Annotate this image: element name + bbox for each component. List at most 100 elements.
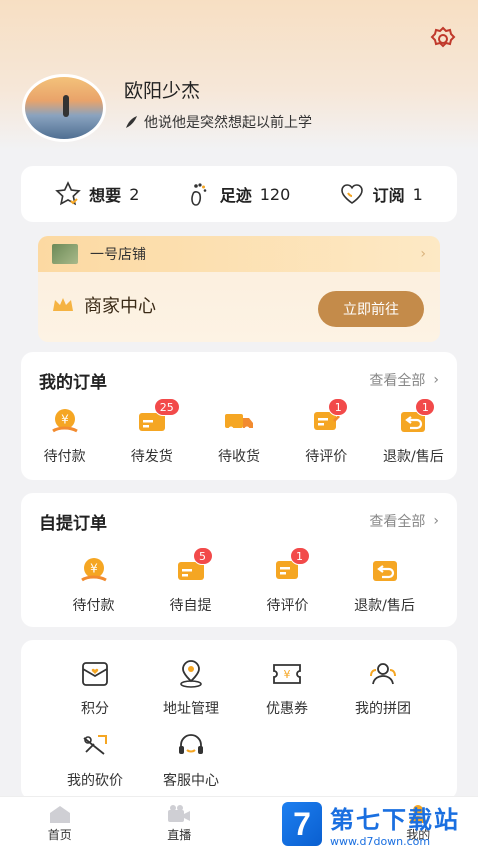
pickup-title: 自提订单: [39, 514, 107, 534]
pickup-row: ¥ 待付款 5 待自提 1 待评价 退款/售后: [21, 547, 457, 615]
payment-icon: ¥: [80, 558, 107, 582]
service-label: 优惠券: [266, 701, 308, 717]
services-card: 积分 地址管理 ¥ 优惠券 我的拼团 我的砍价 客服中心: [21, 640, 457, 800]
tab-label: 首页: [47, 828, 72, 842]
stat-label: 订阅: [372, 186, 405, 205]
order-pending-receipt[interactable]: 待收货: [195, 406, 282, 466]
orders-card: 我的订单 查看全部 › ¥ 待付款 25 待发货 待收货 1 待评价 1 退款/…: [21, 352, 457, 480]
refund-icon: [372, 561, 397, 581]
order-label: 待发货: [130, 449, 173, 465]
pickup-label: 待付款: [72, 598, 115, 614]
chevron-right-icon: ›: [420, 246, 426, 262]
orders-title: 我的订单: [39, 373, 107, 393]
service-label: 我的砍价: [67, 773, 123, 789]
order-pending-shipment[interactable]: 25 待发货: [108, 398, 195, 466]
stat-footprint[interactable]: 足迹 120: [188, 181, 291, 207]
user-name: 欧阳少杰: [124, 80, 201, 102]
stat-label: 想要: [89, 186, 122, 205]
pickup-card: 自提订单 查看全部 › ¥ 待付款 5 待自提 1 待评价 退款/售后: [21, 493, 457, 627]
order-label: 待收货: [218, 449, 260, 465]
user-bio: 他说他是突然想起以前上学: [124, 112, 312, 132]
bargain-icon: [83, 735, 107, 755]
stat-count: 2: [129, 184, 140, 204]
service-bargain[interactable]: 我的砍价: [47, 730, 143, 790]
group-icon: [370, 663, 396, 685]
order-label: 待评价: [305, 449, 348, 465]
watermark-text: 第七下载站: [330, 806, 460, 834]
see-all-label: 查看全部: [369, 514, 426, 530]
orders-see-all[interactable]: 查看全部 ›: [369, 370, 439, 390]
shop-card: 一号店铺 › 商家中心 立即前往: [38, 236, 440, 342]
orders-row: ¥ 待付款 25 待发货 待收货 1 待评价 1 退款/售后: [21, 398, 457, 466]
stat-count: 120: [259, 184, 291, 204]
order-refund[interactable]: 1 退款/售后: [370, 398, 457, 466]
order-pending-review[interactable]: 1 待评价: [283, 398, 370, 466]
location-icon: [180, 660, 202, 688]
crown-icon: [53, 298, 73, 311]
pickup-label: 待评价: [266, 598, 309, 614]
tab-home[interactable]: 首页: [0, 797, 120, 850]
svg-text:¥: ¥: [284, 668, 291, 681]
order-pending-payment[interactable]: ¥ 待付款: [21, 406, 108, 466]
shop-row[interactable]: 一号店铺 ›: [38, 236, 440, 272]
service-label: 客服中心: [163, 773, 219, 789]
service-address[interactable]: 地址管理: [143, 658, 239, 718]
service-label: 地址管理: [163, 701, 219, 717]
stat-count: 1: [412, 184, 423, 204]
pickup-refund[interactable]: 退款/售后: [336, 555, 433, 615]
merchant-center: 商家中心: [52, 292, 156, 318]
service-coupon[interactable]: ¥ 优惠券: [239, 658, 335, 718]
stats-bar: 想要 2 足迹 120 订阅 1: [21, 166, 457, 222]
truck-icon: [225, 414, 253, 432]
payment-icon: ¥: [51, 409, 78, 433]
service-group-buy[interactable]: 我的拼团: [335, 658, 431, 718]
stat-subscribe[interactable]: 订阅 1: [339, 182, 423, 206]
badge: 1: [289, 547, 310, 565]
home-icon: [49, 806, 70, 823]
order-label: 退款/售后: [383, 449, 444, 465]
service-points[interactable]: 积分: [47, 658, 143, 718]
footprint-icon: [190, 183, 207, 206]
points-icon: [82, 662, 108, 686]
star-icon: [55, 181, 82, 206]
watermark-url: www.d7down.com: [330, 835, 431, 848]
shop-thumbnail: [52, 244, 78, 264]
services-row-2: 我的砍价 客服中心: [21, 730, 457, 790]
badge: 5: [192, 547, 213, 565]
service-empty: [335, 730, 431, 790]
services-row-1: 积分 地址管理 ¥ 优惠券 我的拼团: [21, 658, 457, 718]
badge: 1: [328, 398, 349, 416]
badge: 25: [153, 398, 180, 416]
pickup-pending-review[interactable]: 1 待评价: [239, 547, 336, 615]
chevron-right-icon: ›: [433, 513, 439, 529]
coupon-icon: ¥: [273, 664, 301, 684]
video-camera-icon: [168, 805, 191, 822]
service-support[interactable]: 客服中心: [143, 730, 239, 790]
chevron-right-icon: ›: [433, 372, 439, 388]
service-empty: [239, 730, 335, 790]
goto-button[interactable]: 立即前往: [318, 291, 424, 327]
settings-gear-icon[interactable]: [430, 26, 456, 52]
avatar[interactable]: [22, 74, 106, 142]
pickup-label: 待自提: [169, 598, 212, 614]
headset-icon: [179, 734, 203, 754]
shop-name: 一号店铺: [90, 247, 146, 263]
stat-wishlist[interactable]: 想要 2: [55, 181, 139, 207]
svg-text:¥: ¥: [90, 562, 98, 576]
watermark-logo: 7: [282, 802, 322, 846]
badge: 1: [415, 398, 436, 416]
watermark: 7 第七下载站 www.d7down.com: [282, 800, 460, 848]
pickup-label: 退款/售后: [354, 598, 415, 614]
tab-live[interactable]: 直播: [120, 797, 240, 850]
pickup-pending-pickup[interactable]: 5 待自提: [142, 547, 239, 615]
see-all-label: 查看全部: [369, 373, 426, 389]
service-label: 积分: [81, 701, 109, 717]
svg-text:¥: ¥: [61, 413, 69, 427]
order-label: 待付款: [43, 449, 86, 465]
service-label: 我的拼团: [355, 701, 411, 717]
pickup-pending-payment[interactable]: ¥ 待付款: [45, 555, 142, 615]
merchant-label: 商家中心: [84, 296, 156, 317]
heart-icon: [340, 184, 363, 204]
pickup-see-all[interactable]: 查看全部 ›: [369, 511, 439, 531]
feather-icon: [126, 116, 137, 128]
